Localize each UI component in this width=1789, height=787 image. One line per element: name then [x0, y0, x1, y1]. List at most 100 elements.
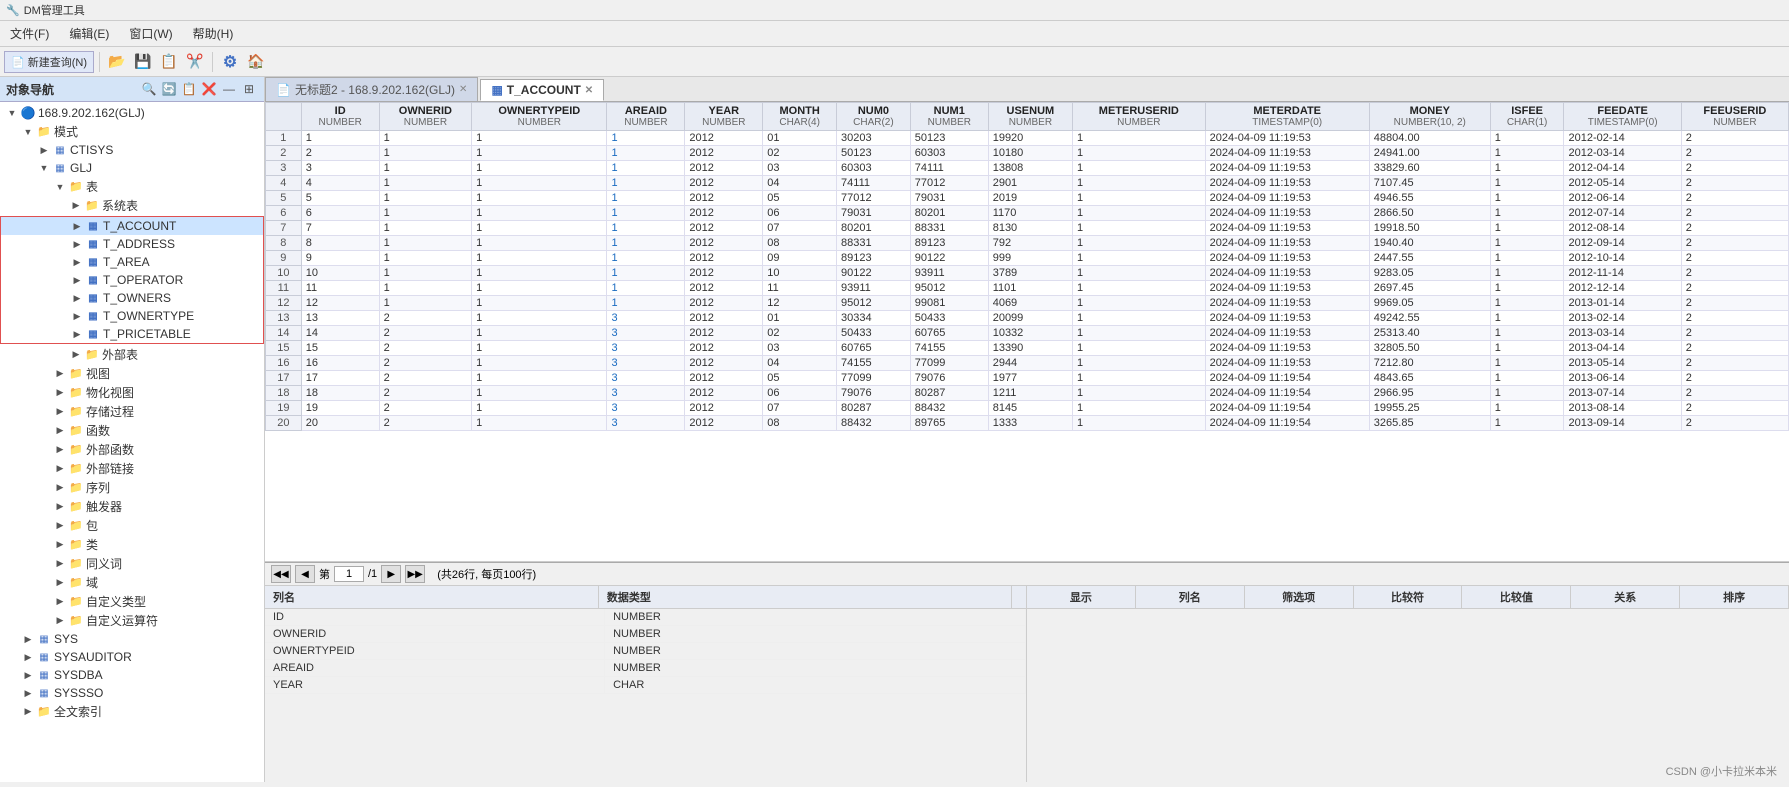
toolbar-btn-2[interactable]: 💾: [131, 50, 155, 74]
tree-item-glj[interactable]: ▼ ▦ GLJ: [0, 159, 264, 177]
tree-toggle-glj[interactable]: ▼: [36, 160, 52, 176]
tree-toggle-domains[interactable]: ▶: [52, 575, 68, 591]
toolbar-btn-6[interactable]: 🏠: [244, 50, 268, 74]
tree-item-custom-types[interactable]: ▶ 📁 自定义类型: [0, 592, 264, 611]
tree-toggle-matviews[interactable]: ▶: [52, 385, 68, 401]
table-row[interactable]: 1111120120130203501231992012024-04-09 11…: [266, 131, 1789, 146]
tree-item-sys[interactable]: ▶ ▦ SYS: [0, 630, 264, 648]
table-row[interactable]: 20202132012088843289765133312024-04-09 1…: [266, 416, 1789, 431]
table-row[interactable]: 18182132012067907680287121112024-04-09 1…: [266, 386, 1789, 401]
tree-toggle-schema[interactable]: ▼: [20, 124, 36, 140]
tree-item-t-pricetable[interactable]: ▶ ▦ T_PRICETABLE: [1, 325, 263, 343]
tree-toggle-t-address[interactable]: ▶: [69, 236, 85, 252]
tree-toggle-tables[interactable]: ▼: [52, 179, 68, 195]
tree-item-domains[interactable]: ▶ 📁 域: [0, 573, 264, 592]
table-row[interactable]: 17172132012057709979076197712024-04-09 1…: [266, 371, 1789, 386]
page-first-btn[interactable]: ◀◀: [271, 565, 291, 583]
tree-toggle-packages[interactable]: ▶: [52, 518, 68, 534]
tree-item-synonyms[interactable]: ▶ 📁 同义词: [0, 554, 264, 573]
tree-toggle-sys[interactable]: ▶: [20, 631, 36, 647]
tree-item-t-operator[interactable]: ▶ ▦ T_OPERATOR: [1, 271, 263, 289]
tree-toggle-views[interactable]: ▶: [52, 366, 68, 382]
tree-item-syssso[interactable]: ▶ ▦ SYSSSO: [0, 684, 264, 702]
tree-toggle-ext-tables[interactable]: ▶: [68, 347, 84, 363]
page-last-btn[interactable]: ▶▶: [405, 565, 425, 583]
table-row[interactable]: 11111112012119391195012110112024-04-09 1…: [266, 281, 1789, 296]
page-next-btn[interactable]: ▶: [381, 565, 401, 583]
tree-toggle-t-pricetable[interactable]: ▶: [69, 326, 85, 342]
bottom-col-row[interactable]: AREAIDNUMBER: [265, 660, 1026, 677]
toolbar-btn-4[interactable]: ✂️: [183, 50, 207, 74]
table-row[interactable]: 2211120120250123603031018012024-04-09 11…: [266, 146, 1789, 161]
menu-file[interactable]: 文件(F): [4, 23, 55, 44]
panel-icon-collapse[interactable]: 📋: [180, 80, 198, 98]
table-row[interactable]: 10101112012109012293911378912024-04-09 1…: [266, 266, 1789, 281]
tree-item-systables[interactable]: ▶ 📁 系统表: [0, 196, 264, 215]
table-row[interactable]: 99111201209891239012299912024-04-09 11:1…: [266, 251, 1789, 266]
tree-item-t-address[interactable]: ▶ ▦ T_ADDRESS: [1, 235, 263, 253]
tree-item-matviews[interactable]: ▶ 📁 物化视图: [0, 383, 264, 402]
tree-item-tables[interactable]: ▼ 📁 表: [0, 177, 264, 196]
tree-item-triggers[interactable]: ▶ 📁 触发器: [0, 497, 264, 516]
tree-toggle-root[interactable]: ▼: [4, 105, 20, 121]
table-row[interactable]: 441112012047411177012290112024-04-09 11:…: [266, 176, 1789, 191]
table-row[interactable]: 771112012078020188331813012024-04-09 11:…: [266, 221, 1789, 236]
tree-toggle-functions[interactable]: ▶: [52, 423, 68, 439]
tree-item-t-owners[interactable]: ▶ ▦ T_OWNERS: [1, 289, 263, 307]
menu-edit[interactable]: 编辑(E): [63, 23, 115, 44]
tree-toggle-syssso[interactable]: ▶: [20, 685, 36, 701]
tree-item-functions[interactable]: ▶ 📁 函数: [0, 421, 264, 440]
tree-toggle-t-account[interactable]: ▶: [69, 218, 85, 234]
bottom-col-row[interactable]: YEARCHAR: [265, 677, 1026, 694]
tree-item-procedures[interactable]: ▶ 📁 存储过程: [0, 402, 264, 421]
tree-toggle-fulltext[interactable]: ▶: [20, 704, 36, 720]
bottom-col-row[interactable]: OWNERTYPEIDNUMBER: [265, 643, 1026, 660]
panel-icon-refresh[interactable]: 🔄: [160, 80, 178, 98]
tree-item-custom-ops[interactable]: ▶ 📁 自定义运算符: [0, 611, 264, 630]
tree-toggle-sysauditor[interactable]: ▶: [20, 649, 36, 665]
tab-account-close[interactable]: ✕: [585, 85, 593, 96]
bottom-col-data[interactable]: IDNUMBEROWNERIDNUMBEROWNERTYPEIDNUMBERAR…: [265, 609, 1026, 782]
page-input[interactable]: [334, 566, 364, 582]
tree-item-classes[interactable]: ▶ 📁 类: [0, 535, 264, 554]
tree-item-t-area[interactable]: ▶ ▦ T_AREA: [1, 253, 263, 271]
table-row[interactable]: 141421320120250433607651033212024-04-09 …: [266, 326, 1789, 341]
tree-item-ctisys[interactable]: ▶ ▦ CTISYS: [0, 141, 264, 159]
tree-toggle-ext-links[interactable]: ▶: [52, 461, 68, 477]
tree-item-external-tables[interactable]: ▶ 📁 外部表: [0, 345, 264, 364]
tree-toggle-classes[interactable]: ▶: [52, 537, 68, 553]
panel-icon-close[interactable]: ⊞: [240, 80, 258, 98]
toolbar-btn-1[interactable]: 📂: [105, 50, 129, 74]
tree-item-sequences[interactable]: ▶ 📁 序列: [0, 478, 264, 497]
tree-toggle-sysdba[interactable]: ▶: [20, 667, 36, 683]
tree-item-t-ownertype[interactable]: ▶ ▦ T_OWNERTYPE: [1, 307, 263, 325]
tree-item-root[interactable]: ▼ 🔵 168.9.202.162(GLJ): [0, 104, 264, 122]
tree-toggle-systables[interactable]: ▶: [68, 198, 84, 214]
tree-toggle-t-owners[interactable]: ▶: [69, 290, 85, 306]
tree-toggle-ctisys[interactable]: ▶: [36, 142, 52, 158]
table-row[interactable]: 19192132012078028788432814512024-04-09 1…: [266, 401, 1789, 416]
menu-help[interactable]: 帮助(H): [187, 23, 240, 44]
page-prev-btn[interactable]: ◀: [295, 565, 315, 583]
tree-toggle-synonyms[interactable]: ▶: [52, 556, 68, 572]
toolbar-btn-5[interactable]: ⚙: [218, 50, 242, 74]
tree-item-views[interactable]: ▶ 📁 视图: [0, 364, 264, 383]
tree-toggle-t-operator[interactable]: ▶: [69, 272, 85, 288]
panel-icon-search[interactable]: 🔍: [140, 80, 158, 98]
bottom-col-row[interactable]: OWNERIDNUMBER: [265, 626, 1026, 643]
tree-toggle-procedures[interactable]: ▶: [52, 404, 68, 420]
tab-t-account[interactable]: ▦ T_ACCOUNT ✕: [480, 79, 604, 101]
tree-toggle-triggers[interactable]: ▶: [52, 499, 68, 515]
toolbar-btn-3[interactable]: 📋: [157, 50, 181, 74]
tree-toggle-t-ownertype[interactable]: ▶: [69, 308, 85, 324]
tree-toggle-custom-types[interactable]: ▶: [52, 594, 68, 610]
panel-icon-minimize[interactable]: —: [220, 80, 238, 98]
tree-toggle-custom-ops[interactable]: ▶: [52, 613, 68, 629]
bottom-col-row[interactable]: IDNUMBER: [265, 609, 1026, 626]
tree-item-ext-links[interactable]: ▶ 📁 外部链接: [0, 459, 264, 478]
tree-item-sysauditor[interactable]: ▶ ▦ SYSAUDITOR: [0, 648, 264, 666]
table-row[interactable]: 661112012067903180201117012024-04-09 11:…: [266, 206, 1789, 221]
tab-query[interactable]: 📄 无标题2 - 168.9.202.162(GLJ) ✕: [265, 77, 478, 101]
tree-item-ext-functions[interactable]: ▶ 📁 外部函数: [0, 440, 264, 459]
tree-toggle-sequences[interactable]: ▶: [52, 480, 68, 496]
